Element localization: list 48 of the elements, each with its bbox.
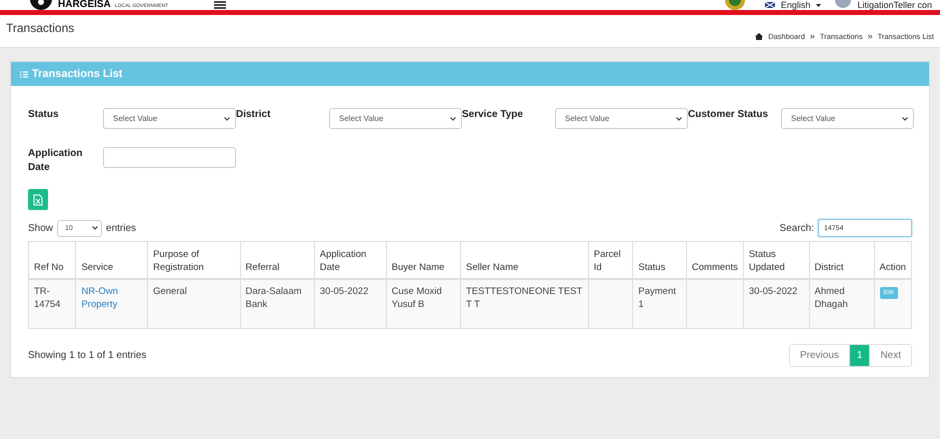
list-icon	[20, 70, 28, 78]
chevron-down-icon	[224, 116, 230, 120]
date-input[interactable]	[103, 147, 236, 168]
pagination-nav-button[interactable]: Next	[869, 345, 911, 366]
filter-label: District	[236, 108, 272, 122]
table-cell: Cuse Moxid Yusuf B	[386, 278, 460, 328]
chevron-down-icon	[92, 226, 98, 230]
column-header[interactable]: Ref No	[28, 242, 76, 278]
table-cell	[686, 278, 744, 328]
table-info: Showing 1 to 1 of 1 entries	[28, 350, 146, 361]
card-title: Transactions List	[32, 68, 122, 80]
filter-label: Status	[28, 108, 60, 122]
breadcrumb-separator: »	[868, 31, 873, 41]
menu-icon[interactable]	[214, 1, 226, 9]
language-selector[interactable]: English	[780, 0, 810, 10]
logo-title: HARGEISA	[58, 0, 111, 10]
emblem-icon	[724, 0, 745, 10]
table-cell: 30-05-2022	[743, 278, 809, 328]
chevron-down-icon	[450, 116, 456, 120]
home-icon	[755, 32, 764, 40]
page-title: Transactions	[6, 21, 74, 37]
table-cell: TESTTESTONEONE TEST T T	[460, 278, 588, 328]
table-cell: Dara-Salaam Bank	[240, 278, 314, 328]
excel-export-button[interactable]	[28, 189, 48, 210]
table-cell: General	[148, 278, 240, 328]
table-cell: 30-05-2022	[314, 278, 386, 328]
filter-select[interactable]: Select Value	[329, 108, 462, 129]
caret-icon	[816, 4, 822, 6]
filter-label: Application Date	[28, 147, 84, 175]
spreadsheet-icon	[33, 194, 43, 206]
breadcrumb-separator: »	[810, 31, 815, 41]
table-cell	[588, 278, 633, 328]
filter-label: Service Type	[462, 108, 524, 122]
table-cell: Payment 1	[632, 278, 686, 328]
filter-label: Customer Status	[688, 108, 770, 122]
search-label: Search:	[780, 222, 814, 234]
table-cell: Ahmed Dhagah	[809, 278, 874, 328]
filter-select[interactable]: Select Value	[103, 108, 236, 129]
service-link[interactable]: NR-Own Property	[76, 278, 148, 328]
chevron-down-icon	[676, 116, 682, 120]
chevron-down-icon	[902, 116, 908, 120]
user-menu[interactable]: LitigationTeller con	[857, 0, 932, 10]
entries-label: entries	[106, 222, 136, 234]
table-cell: TR-14754	[28, 278, 76, 328]
show-label: Show	[28, 222, 54, 234]
filter-select[interactable]: Select Value	[555, 108, 688, 129]
avatar-icon[interactable]	[835, 0, 852, 10]
filter-select[interactable]: Select Value	[781, 108, 914, 129]
